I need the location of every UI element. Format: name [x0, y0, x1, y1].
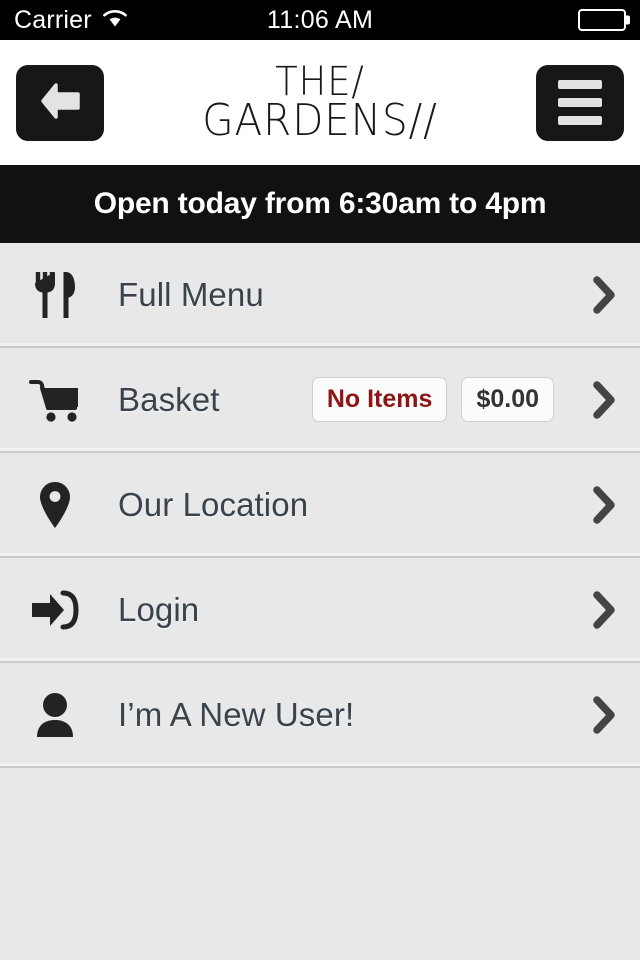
chevron-right-icon [572, 380, 618, 420]
shopping-cart-icon [24, 377, 86, 423]
hamburger-bar [558, 80, 602, 89]
user-icon [24, 691, 86, 739]
menu-item-label: Full Menu [118, 275, 264, 313]
logo-line-2: GARDENS// [202, 94, 438, 146]
menu-item-our-location[interactable]: Our Location [0, 453, 640, 558]
menu-item-label: Basket [118, 380, 220, 418]
status-bar: Carrier 11:06 AM [0, 0, 640, 40]
menu-item-full-menu[interactable]: Full Menu [0, 243, 640, 348]
carrier-label: Carrier [14, 5, 92, 34]
basket-badges: No Items $0.00 [311, 377, 554, 422]
app-header: THE/ GARDENS// [0, 40, 640, 165]
basket-price-badge: $0.00 [461, 377, 554, 422]
back-button[interactable] [16, 64, 104, 141]
chevron-right-icon [572, 590, 618, 630]
app-logo: THE/ GARDENS// [192, 62, 448, 146]
menu-item-label: Login [118, 590, 200, 628]
basket-items-badge: No Items [311, 377, 448, 422]
main-menu-list: Full Menu Basket No Items $0.00 Our Loca… [0, 243, 640, 768]
menu-item-login[interactable]: Login [0, 558, 640, 663]
map-pin-icon [24, 480, 86, 530]
status-bar-right [578, 9, 630, 31]
menu-item-basket[interactable]: Basket No Items $0.00 [0, 348, 640, 453]
chevron-right-icon [572, 275, 618, 315]
wifi-icon [102, 8, 128, 33]
menu-item-label: Our Location [118, 485, 309, 523]
fork-knife-icon [24, 270, 86, 320]
chevron-right-icon [572, 485, 618, 525]
menu-item-new-user[interactable]: I’m A New User! [0, 663, 640, 768]
battery-icon [578, 9, 630, 31]
opening-hours-banner: Open today from 6:30am to 4pm [0, 165, 640, 243]
arrow-left-icon [35, 79, 85, 126]
hamburger-menu-icon [558, 80, 602, 125]
menu-item-label: I’m A New User! [118, 695, 355, 733]
status-bar-left: Carrier [14, 5, 128, 34]
battery-nub [626, 15, 630, 25]
hamburger-menu-button[interactable] [536, 64, 624, 141]
hamburger-bar [558, 116, 602, 125]
sign-in-icon [24, 587, 86, 633]
hamburger-bar [558, 98, 602, 107]
chevron-right-icon [572, 695, 618, 735]
